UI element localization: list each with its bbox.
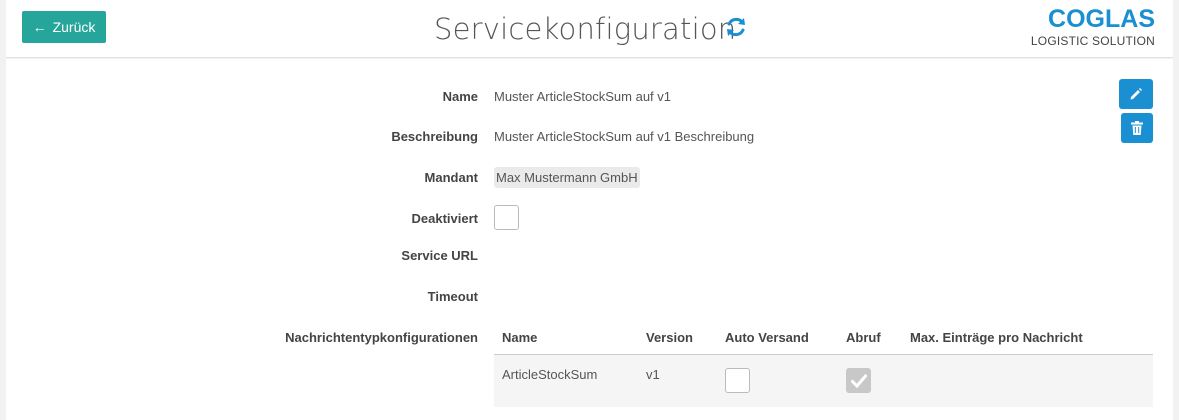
service-url-label: Service URL (401, 248, 478, 263)
back-button[interactable]: ← Zurück (22, 11, 106, 43)
name-value: Muster ArticleStockSum auf v1 (494, 89, 672, 104)
table-row: ArticleStockSum v1 (494, 355, 1153, 407)
page-header: ← Zurück Servicekonfiguration COGLAS LOG… (6, 0, 1173, 58)
auto-send-checkbox[interactable] (725, 368, 750, 393)
disabled-checkbox[interactable] (494, 205, 519, 230)
label-column: Name Beschreibung Mandant Deaktiviert Se… (6, 59, 478, 420)
column-header-version: Version (646, 330, 693, 345)
disabled-label: Deaktiviert (411, 211, 478, 226)
client-label: Mandant (424, 170, 478, 185)
trash-icon (1131, 121, 1143, 135)
logo-sub-text: LOGISTIC SOLUTION (1030, 34, 1155, 48)
edit-button[interactable] (1119, 79, 1153, 109)
fetch-checkbox (846, 368, 871, 393)
message-type-config-label: Nachrichtentypkonfigurationen (285, 330, 478, 345)
refresh-icon[interactable] (724, 15, 748, 39)
row-version: v1 (646, 367, 660, 382)
company-logo: COGLAS LOGISTIC SOLUTION (1031, 6, 1155, 48)
timeout-label: Timeout (427, 289, 478, 304)
column-header-fetch: Abruf (846, 330, 881, 345)
column-header-max-entries: Max. Einträge pro Nachricht (910, 330, 1083, 345)
arrow-left-icon: ← (32, 19, 47, 35)
service-config-detail: Name Beschreibung Mandant Deaktiviert Se… (6, 59, 1173, 420)
column-header-auto-send: Auto Versand (725, 330, 809, 345)
logo-main-text: COGLAS (1048, 5, 1155, 33)
page-title: Servicekonfiguration (434, 12, 737, 46)
pencil-icon (1130, 88, 1142, 100)
description-label: Beschreibung (391, 129, 478, 144)
description-value: Muster ArticleStockSum auf v1 Beschreibu… (494, 129, 755, 144)
client-value: Max Mustermann GmbH (494, 167, 640, 188)
name-label: Name (442, 89, 478, 104)
column-header-name: Name (502, 330, 538, 345)
delete-button[interactable] (1121, 113, 1153, 143)
back-button-label: Zurück (52, 19, 96, 35)
checkmark-icon (850, 373, 867, 388)
row-name: ArticleStockSum (502, 367, 598, 382)
